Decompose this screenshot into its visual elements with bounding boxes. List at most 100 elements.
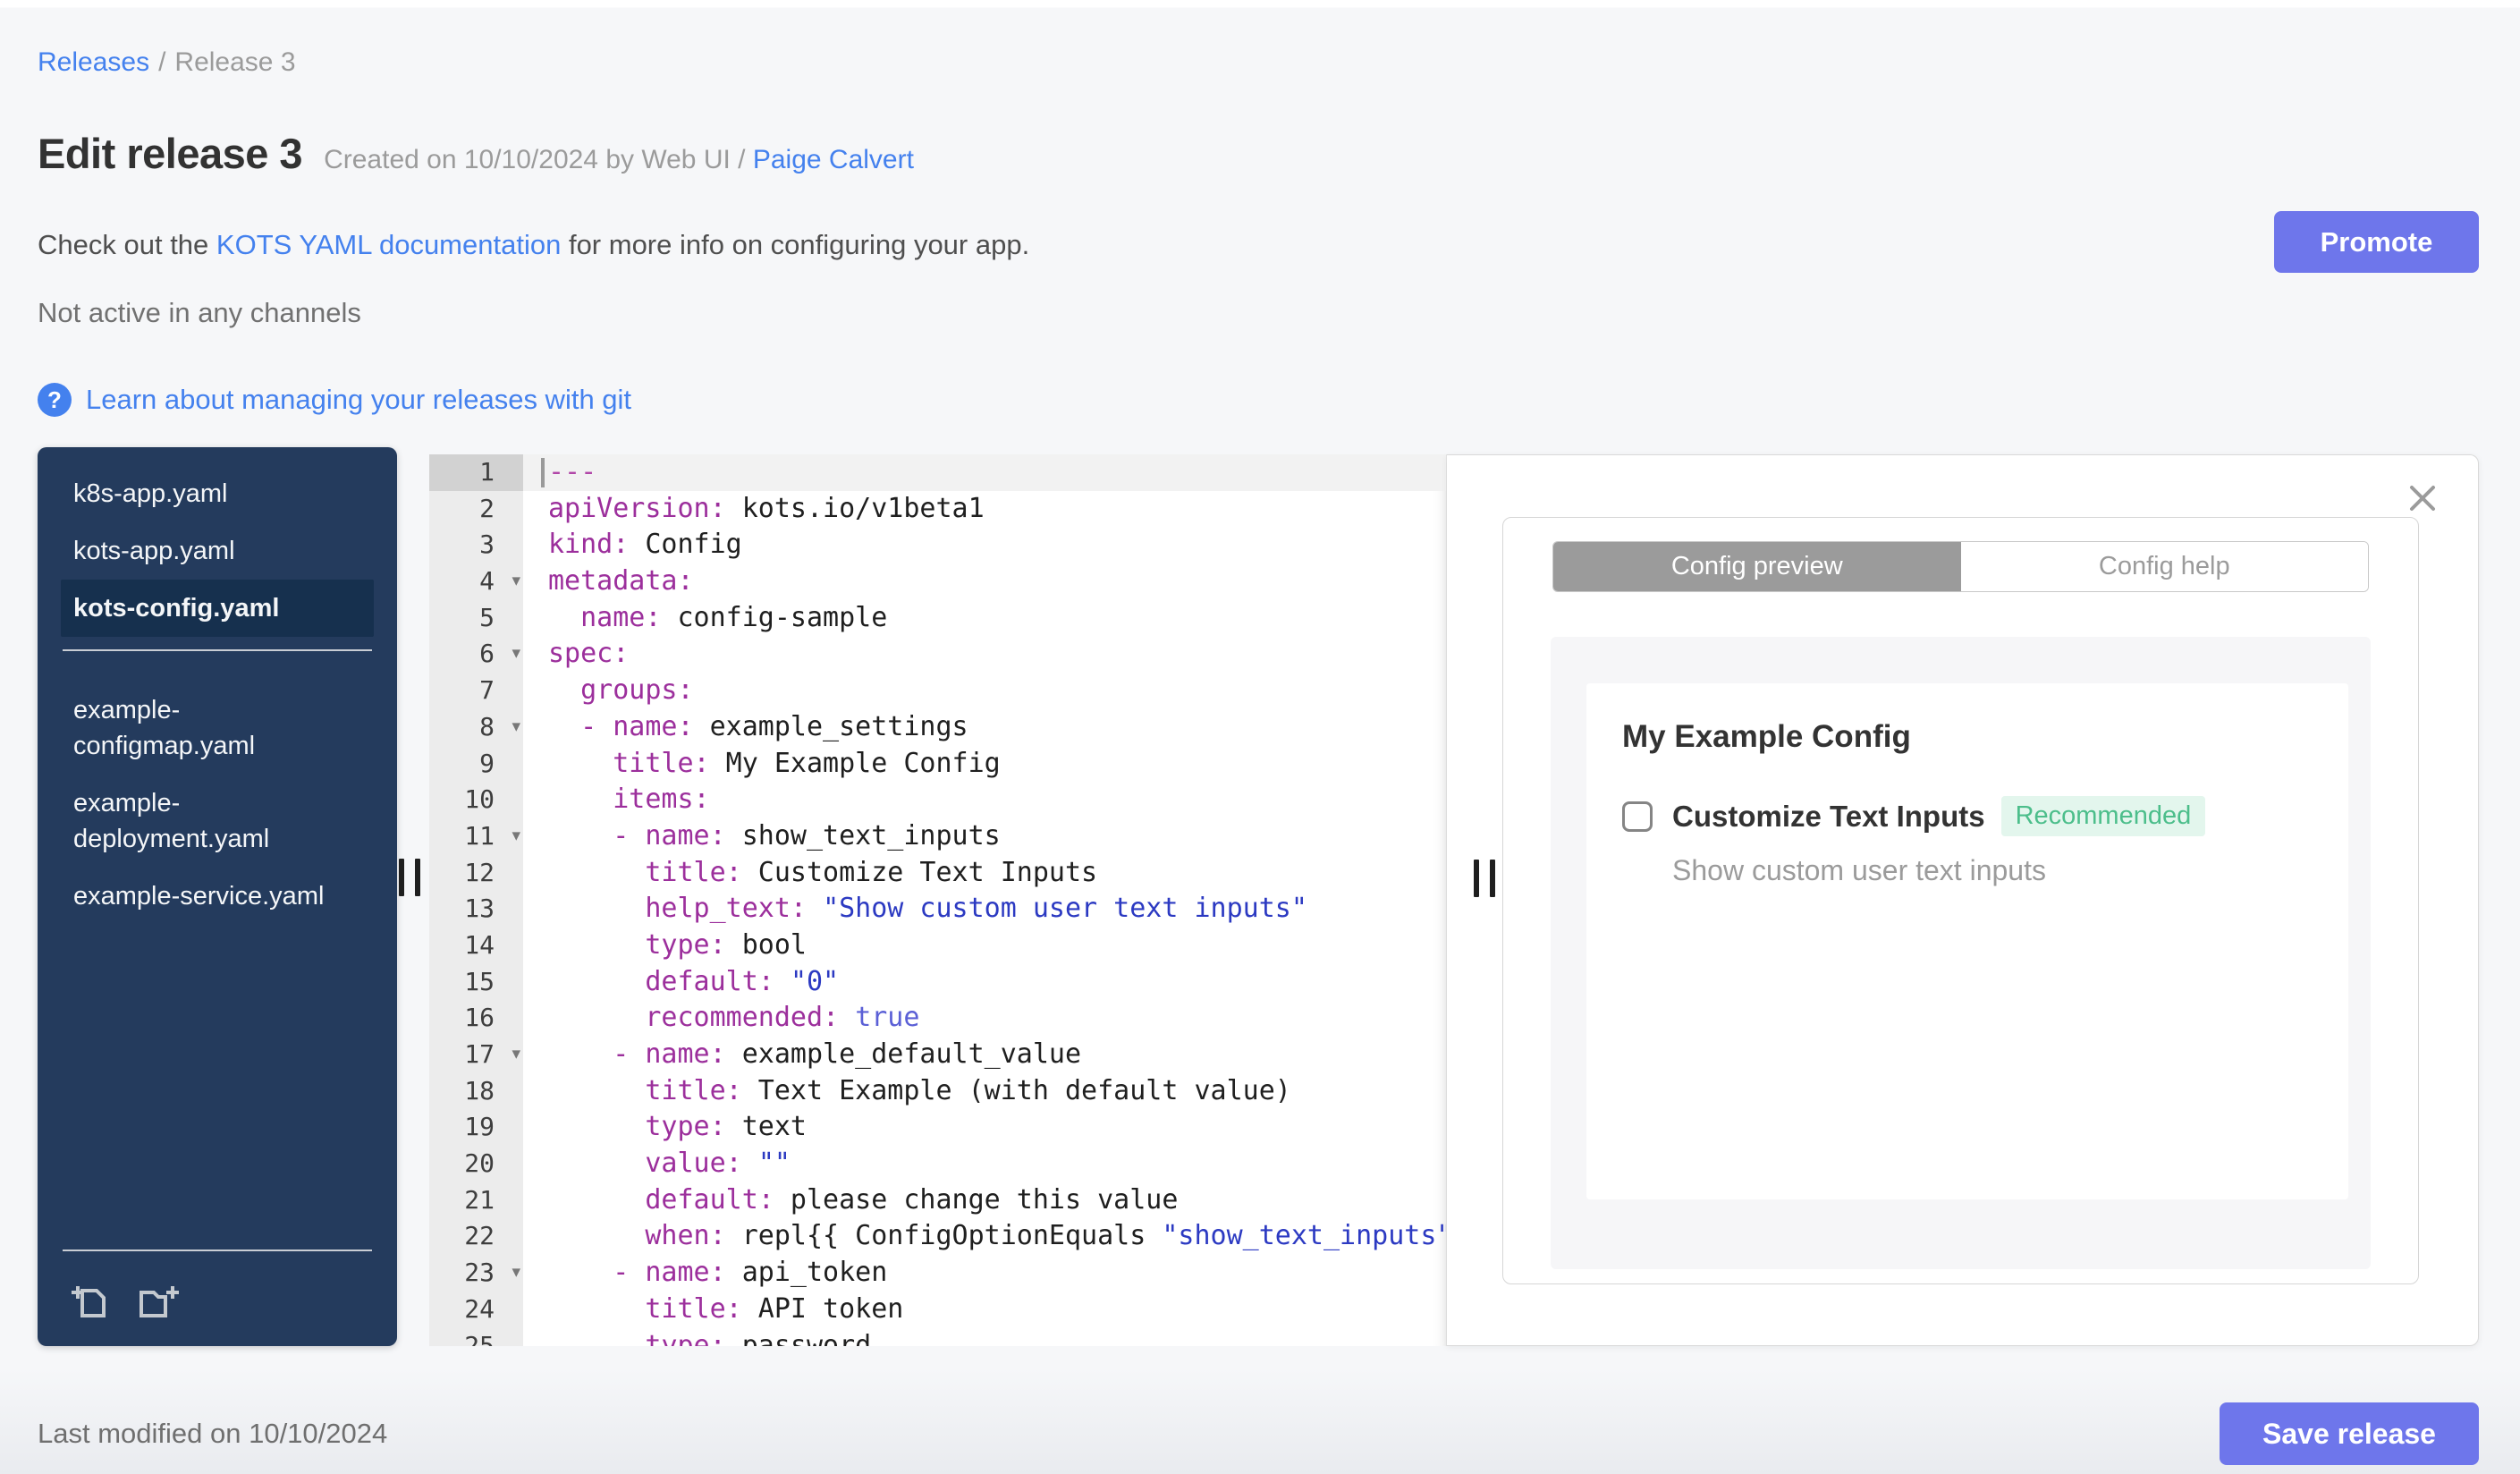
code-line-content[interactable]: recommended: true bbox=[523, 1000, 1446, 1037]
code-line-content[interactable]: when: repl{{ ConfigOptionEquals "show_te… bbox=[523, 1218, 1446, 1255]
config-item-label: Customize Text Inputs bbox=[1672, 799, 1985, 833]
editor-line-22[interactable]: 22 when: repl{{ ConfigOptionEquals "show… bbox=[429, 1218, 1446, 1256]
file-tab-example-deployment.yaml[interactable]: example-deployment.yaml bbox=[61, 775, 356, 868]
file-sidebar: k8s-app.yaml kots-app.yaml kots-config.yam… bbox=[38, 447, 397, 1346]
sidebar-divider bbox=[63, 649, 372, 651]
code-line-content[interactable]: - name: example_default_value bbox=[523, 1037, 1446, 1073]
fold-arrow-icon[interactable]: ▾ bbox=[512, 817, 520, 854]
code-line-content[interactable]: metadata: bbox=[523, 563, 1446, 600]
editor-line-11[interactable]: 11 ▾ - name: show_text_inputs bbox=[429, 817, 1446, 855]
code-line-content[interactable]: value: "" bbox=[523, 1146, 1446, 1182]
code-line-content[interactable]: help_text: "Show custom user text inputs… bbox=[523, 891, 1446, 928]
gutter-line-number: 1 bbox=[429, 454, 523, 491]
editor-line-18[interactable]: 18 title: Text Example (with default val… bbox=[429, 1072, 1446, 1110]
question-mark-icon[interactable]: ? bbox=[38, 383, 72, 417]
code-line-content[interactable]: title: Text Example (with default value) bbox=[523, 1073, 1446, 1110]
code-line-content[interactable]: default: please change this value bbox=[523, 1182, 1446, 1219]
code-line-content[interactable]: type: text bbox=[523, 1109, 1446, 1146]
code-line-content[interactable]: - name: example_settings bbox=[523, 709, 1446, 746]
gutter-line-number: 17 ▾ bbox=[429, 1037, 523, 1073]
editor-resize-handle[interactable] bbox=[1474, 860, 1495, 897]
code-line-content[interactable]: apiVersion: kots.io/v1beta1 bbox=[523, 491, 1446, 528]
footer: Last modified on 10/10/2024 Save release bbox=[0, 1402, 2520, 1465]
editor-line-17[interactable]: 17 ▾ - name: example_default_value bbox=[429, 1037, 1446, 1073]
code-line-content[interactable]: default: "0" bbox=[523, 964, 1446, 1001]
editor-line-4[interactable]: 4 ▾ metadata: bbox=[429, 563, 1446, 600]
code-line-content[interactable]: title: My Example Config bbox=[523, 746, 1446, 783]
gutter-line-number: 25 bbox=[429, 1327, 523, 1346]
code-line-content[interactable]: groups: bbox=[523, 673, 1446, 709]
editor-line-8[interactable]: 8 ▾ - name: example_settings bbox=[429, 708, 1446, 746]
editor-line-15[interactable]: 15 default: "0" bbox=[429, 963, 1446, 1001]
editor-line-12[interactable]: 12 title: Customize Text Inputs bbox=[429, 854, 1446, 892]
kots-yaml-docs-link[interactable]: KOTS YAML documentation bbox=[216, 229, 561, 260]
config-tabs: Config preview Config help bbox=[1552, 541, 2369, 592]
gutter-line-number: 6 ▾ bbox=[429, 636, 523, 673]
editor-line-21[interactable]: 21 default: please change this value bbox=[429, 1182, 1446, 1219]
file-tab-kots-config.yaml[interactable]: kots-config.yaml bbox=[61, 580, 374, 637]
config-preview-card: Config preview Config help My Example Co… bbox=[1502, 517, 2419, 1284]
editor-line-24[interactable]: 24 title: API token bbox=[429, 1291, 1446, 1328]
editor-line-14[interactable]: 14 type: bool bbox=[429, 927, 1446, 964]
code-editor[interactable]: 1 --- 2 apiVersion: kots.io/v1beta1 3 kind: C… bbox=[429, 454, 1447, 1346]
author-link[interactable]: Paige Calvert bbox=[753, 145, 914, 174]
code-line-content[interactable]: spec: bbox=[523, 636, 1446, 673]
editor-line-9[interactable]: 9 title: My Example Config bbox=[429, 745, 1446, 783]
tab-config-help[interactable]: Config help bbox=[1960, 542, 2368, 591]
tab-config-preview[interactable]: Config preview bbox=[1553, 542, 1961, 591]
editor-line-16[interactable]: 16 recommended: true bbox=[429, 1000, 1446, 1037]
fold-arrow-icon[interactable]: ▾ bbox=[512, 635, 520, 672]
editor-line-25[interactable]: 25 type: password bbox=[429, 1327, 1446, 1347]
file-tab-k8s-app.yaml[interactable]: k8s-app.yaml bbox=[61, 465, 356, 522]
code-line-content[interactable]: - name: api_token bbox=[523, 1255, 1446, 1292]
file-list-top: k8s-app.yaml kots-app.yaml kots-config.yam… bbox=[38, 447, 397, 637]
docs-text-before: Check out the bbox=[38, 229, 209, 260]
file-tab-example-service.yaml[interactable]: example-service.yaml bbox=[61, 868, 356, 925]
fold-arrow-icon[interactable]: ▾ bbox=[512, 563, 520, 599]
config-item-help: Show custom user text inputs bbox=[1672, 854, 2046, 886]
config-item-row: Customize Text Inputs Recommended bbox=[1622, 796, 2313, 836]
git-releases-link[interactable]: Learn about managing your releases with … bbox=[86, 384, 631, 416]
code-line-content[interactable]: name: config-sample bbox=[523, 600, 1446, 637]
editor-line-19[interactable]: 19 type: text bbox=[429, 1109, 1446, 1147]
editor-line-3[interactable]: 3 kind: Config bbox=[429, 527, 1446, 564]
editor-line-23[interactable]: 23 ▾ - name: api_token bbox=[429, 1255, 1446, 1292]
editor-line-13[interactable]: 13 help_text: "Show custom user text inp… bbox=[429, 891, 1446, 928]
code-line-content[interactable]: --- bbox=[523, 454, 1446, 491]
code-line-content[interactable]: type: bool bbox=[523, 928, 1446, 964]
code-line-content[interactable]: kind: Config bbox=[523, 527, 1446, 563]
code-line-content[interactable]: - name: show_text_inputs bbox=[523, 818, 1446, 855]
code-line-content[interactable]: items: bbox=[523, 782, 1446, 818]
sidebar-resize-handle[interactable] bbox=[399, 859, 420, 896]
sidebar-bottom-divider bbox=[63, 1250, 372, 1251]
editor-line-2[interactable]: 2 apiVersion: kots.io/v1beta1 bbox=[429, 490, 1446, 528]
editor-line-6[interactable]: 6 ▾ spec: bbox=[429, 636, 1446, 673]
editor-line-1[interactable]: 1 --- bbox=[429, 454, 1446, 491]
code-line-content[interactable]: type: password bbox=[523, 1328, 1446, 1347]
add-file-icon[interactable] bbox=[70, 1280, 113, 1323]
page-title: Edit release 3 bbox=[38, 130, 303, 177]
code-line-content[interactable]: title: API token bbox=[523, 1292, 1446, 1328]
breadcrumb-current: Release 3 bbox=[174, 47, 296, 77]
breadcrumb-releases-link[interactable]: Releases bbox=[38, 47, 149, 77]
save-release-button[interactable]: Save release bbox=[2220, 1402, 2479, 1465]
editor-line-7[interactable]: 7 groups: bbox=[429, 673, 1446, 709]
customize-text-inputs-checkbox[interactable] bbox=[1622, 801, 1653, 832]
file-list-bottom: example-configmap.yaml example-deployment… bbox=[38, 664, 397, 925]
promote-button[interactable]: Promote bbox=[2274, 211, 2479, 273]
fold-arrow-icon[interactable]: ▾ bbox=[512, 708, 520, 745]
gutter-line-number: 24 bbox=[429, 1291, 523, 1328]
fold-arrow-icon[interactable]: ▾ bbox=[512, 1036, 520, 1072]
file-tab-kots-app.yaml[interactable]: kots-app.yaml bbox=[61, 522, 356, 580]
close-icon[interactable] bbox=[2405, 480, 2440, 516]
file-tab-example-configmap.yaml[interactable]: example-configmap.yaml bbox=[61, 682, 356, 775]
gutter-line-number: 19 bbox=[429, 1109, 523, 1147]
editor-line-5[interactable]: 5 name: config-sample bbox=[429, 599, 1446, 637]
fold-arrow-icon[interactable]: ▾ bbox=[512, 1254, 520, 1291]
gutter-line-number: 15 bbox=[429, 963, 523, 1001]
editor-line-10[interactable]: 10 items: bbox=[429, 782, 1446, 818]
code-line-content[interactable]: title: Customize Text Inputs bbox=[523, 855, 1446, 892]
recommended-badge: Recommended bbox=[2000, 796, 2206, 836]
add-folder-icon[interactable] bbox=[138, 1280, 181, 1323]
editor-line-20[interactable]: 20 value: "" bbox=[429, 1146, 1446, 1182]
